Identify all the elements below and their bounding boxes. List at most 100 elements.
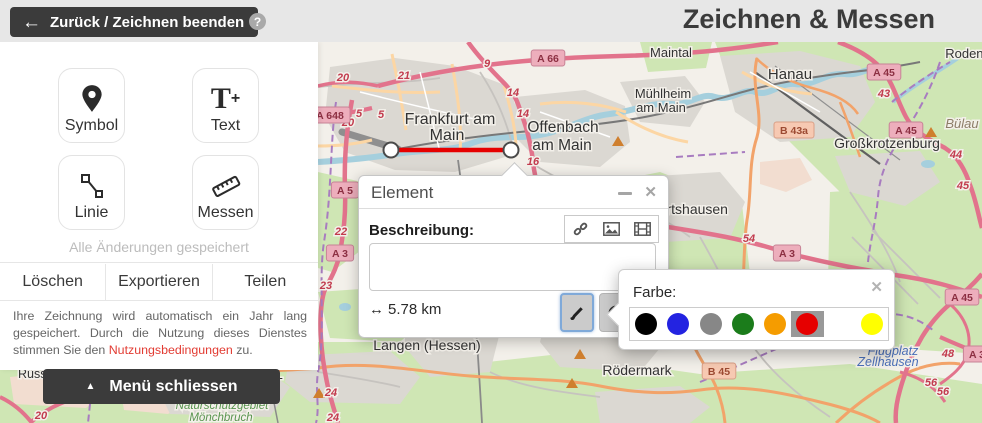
close-icon[interactable]: ✕ [644,183,657,201]
app-window: 2021559141416202223242443444548565654320… [0,0,982,423]
tool-text-label: Text [211,117,240,135]
map-label: Mühlheim [635,86,691,101]
terms-link[interactable]: Nutzungsbedingungen [109,343,233,357]
film-icon[interactable] [634,222,651,237]
map-label: Maintal [650,45,692,60]
swatch-dot [861,313,883,335]
svg-text:B 45: B 45 [708,366,730,378]
storage-notice: Ihre Zeichnung wird automatisch ein Jahr… [13,308,307,359]
close-menu-button[interactable]: ▲ Menü schliessen [43,369,280,404]
svg-text:B 43a: B 43a [780,125,808,137]
polyline-icon [78,168,106,204]
map-junction-number: 22 [334,226,347,238]
swatch-dot [635,313,657,335]
tool-measure[interactable]: Messen [192,155,259,230]
autosave-status: Alle Änderungen gespeichert [0,239,318,255]
map-label: Zellhausen [856,355,918,369]
dialog-header[interactable]: Element ✕ [359,176,668,209]
color-swatch-yellow[interactable] [856,311,888,337]
color-swatch-blue[interactable] [662,311,694,337]
close-menu-label: Menü schliessen [109,378,237,396]
map-label: Langen (Hessen) [373,337,480,353]
svg-text:A 5: A 5 [337,185,353,197]
tool-symbol[interactable]: Symbol [58,68,125,143]
tool-text[interactable]: T+ Text [192,68,259,143]
map-label: am Main [532,137,591,154]
header: ← Zurück / Zeichnen beenden ? Zeichnen &… [0,0,982,42]
color-swatch-red[interactable] [791,311,823,337]
color-picker-popup: Farbe: ✕ [618,269,895,350]
map-junction-number: 20 [336,72,350,84]
map-junction-number: 24 [324,387,337,399]
divider [0,262,318,263]
color-picker-label: Farbe: [633,284,676,301]
map-label: am Main [636,100,686,115]
style-brush-button[interactable] [560,293,594,332]
back-button[interactable]: ← Zurück / Zeichnen beenden [10,7,258,37]
measurement-endpoint[interactable] [504,143,519,158]
chevron-up-icon: ▲ [86,381,96,392]
color-swatch-white[interactable] [824,311,856,337]
swatch-dot [667,313,689,335]
color-swatch-black[interactable] [630,311,662,337]
swatch-dot [700,313,722,335]
map-label: Bülau [945,116,978,131]
back-button-label: Zurück / Zeichnen beenden [50,14,244,31]
map-lake [921,160,935,168]
measurement-readout: ↔ 5.78 km [369,301,441,318]
action-bar: Löschen Exportieren Teilen [0,264,318,300]
image-icon[interactable] [603,222,620,237]
map-junction-number: 56 [937,386,950,398]
map-road-badge: A 3 [326,245,353,261]
color-swatch-orange[interactable] [759,311,791,337]
page-title: Zeichnen & Messen [683,4,935,35]
swatch-dot [829,313,851,335]
back-arrow-icon: ← [22,13,41,32]
color-swatch-gray[interactable] [695,311,727,337]
map-junction-number: 48 [941,348,955,360]
notice-text-after: zu. [233,343,253,357]
map-junction-number: 24 [326,412,339,423]
svg-text:A 3: A 3 [332,248,348,260]
map-label: Großkrotzenburg [834,135,940,151]
svg-text:A 45: A 45 [951,292,973,304]
svg-text:A 648: A 648 [316,110,344,122]
map-label: Mönchbruch [189,412,252,423]
map-lake [339,303,351,311]
delete-button[interactable]: Löschen [0,264,105,300]
map-label: Main [430,127,465,144]
ruler-icon [210,168,242,204]
share-button[interactable]: Teilen [212,264,318,300]
help-icon[interactable]: ? [249,13,266,30]
close-icon[interactable]: ✕ [870,278,883,296]
text-add-icon: T+ [211,81,240,117]
map-road-badge: B 43a [774,122,814,138]
link-icon[interactable] [572,222,589,237]
map-road-badge: A 66 [531,50,565,66]
map-road-badge: A 45 [867,64,901,80]
distance-arrow-icon: ↔ [369,301,384,318]
tool-symbol-label: Symbol [65,117,118,135]
svg-text:A 3: A 3 [779,248,795,260]
map-junction-number: 9 [484,58,491,70]
measurement-endpoint[interactable] [384,143,399,158]
export-button[interactable]: Exportieren [105,264,211,300]
map-label: Offenbach [527,119,598,136]
map-road-badge: A 3 [773,245,800,261]
map-road-badge: A 45 [945,289,979,305]
map-junction-number: 43 [877,88,890,100]
map-junction-number: 16 [527,156,540,168]
map-label: Rödermark [602,362,672,378]
description-textarea[interactable] [369,243,656,291]
tool-line[interactable]: Linie [58,155,125,230]
map-label: Rodenb [945,46,982,61]
minimize-icon[interactable] [618,192,632,195]
map-label: Frankfurt am [405,111,496,128]
color-swatch-green[interactable] [727,311,759,337]
tool-line-label: Linie [75,204,109,222]
swatch-dot [796,313,818,335]
map-junction-number: 20 [34,410,48,422]
description-toolbar [564,215,659,243]
map-road-badge: B 45 [702,363,736,379]
svg-text:A 66: A 66 [537,53,559,65]
